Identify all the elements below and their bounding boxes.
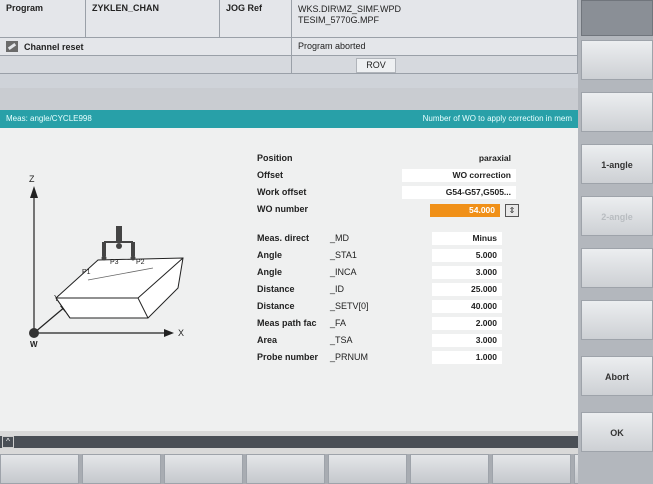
meas-direct-label: Meas. direct xyxy=(257,233,310,243)
vsoftkey-header xyxy=(581,0,653,36)
status-bar: ^ xyxy=(0,436,578,448)
two-angle-button[interactable]: 2-angle xyxy=(581,196,653,236)
p3-label: P3 xyxy=(110,259,119,266)
distance-label: Distance xyxy=(257,284,295,294)
dialog-title: Meas: angle/CYCLE998 xyxy=(6,114,92,123)
sta1-param: _STA1 xyxy=(330,250,357,260)
axis-z-label: Z xyxy=(29,174,35,184)
channel-status-text: Channel reset xyxy=(24,41,84,52)
setv-param: _SETV[0] xyxy=(330,301,369,311)
p2-label: P2 xyxy=(136,259,145,266)
program-status: Program aborted xyxy=(292,38,578,56)
vsoftkey-6[interactable] xyxy=(581,300,653,340)
path-line-2: TESIM_5770G.MPF xyxy=(298,15,380,25)
abort-button[interactable]: Abort xyxy=(581,356,653,396)
wo-number-label: WO number xyxy=(257,204,308,214)
tsa-param: _TSA xyxy=(330,335,353,345)
sta1-input[interactable]: 5.000 xyxy=(432,249,502,262)
hsoftkey-4[interactable] xyxy=(246,454,325,484)
position-label: Position xyxy=(257,153,293,163)
area-label: Area xyxy=(257,335,278,345)
prnum-input[interactable]: 1.000 xyxy=(432,351,502,364)
override-area: ROV xyxy=(292,56,578,74)
fa-input[interactable]: 2.000 xyxy=(432,317,502,330)
hsoftkey-2[interactable] xyxy=(82,454,161,484)
vsoftkey-1[interactable] xyxy=(581,40,653,80)
one-angle-button[interactable]: 1-angle xyxy=(581,144,653,184)
vsoftkey-5[interactable] xyxy=(581,248,653,288)
axis-x-label: X xyxy=(178,328,184,338)
setv-input[interactable]: 40.000 xyxy=(432,300,502,313)
work-offset-label: Work offset xyxy=(257,187,307,197)
channel-name: ZYKLEN_CHAN xyxy=(86,0,220,38)
mode-indicator: JOG Ref xyxy=(220,0,292,38)
id-param: _ID xyxy=(330,284,345,294)
offset-label: Offset xyxy=(257,170,284,180)
workpiece-diagram: Z X Y W P1 P3 P2 xyxy=(29,174,184,348)
tsa-input[interactable]: 3.000 xyxy=(432,334,502,347)
program-label: Program xyxy=(0,0,86,38)
probe-number-label: Probe number xyxy=(257,352,319,362)
prnum-param: _PRNUM xyxy=(330,352,369,362)
position-select[interactable]: paraxial xyxy=(402,152,516,165)
channel-status: Channel reset xyxy=(0,38,292,56)
angle-label: Angle xyxy=(257,250,283,260)
hsoftkey-6[interactable] xyxy=(410,454,489,484)
dialog-hint: Number of WO to apply correction in mem xyxy=(422,114,572,123)
message-line xyxy=(0,56,292,74)
hsoftkey-3[interactable] xyxy=(164,454,243,484)
toggle-icon[interactable]: ⇕ xyxy=(505,204,519,217)
path-line-1: WKS.DIR\MZ_SIMF.WPD xyxy=(298,4,401,14)
distance-setv-label: Distance xyxy=(257,301,295,311)
wo-number-input[interactable]: 54.000 xyxy=(430,204,500,217)
meas-direct-param: _MD xyxy=(330,233,350,243)
fa-param: _FA xyxy=(330,318,347,328)
inca-input[interactable]: 3.000 xyxy=(432,266,502,279)
angle-inca-label: Angle xyxy=(257,267,283,277)
rov-indicator: ROV xyxy=(356,58,396,73)
hsoftkey-5[interactable] xyxy=(328,454,407,484)
vertical-softkeys: 1-angle 2-angle Abort OK xyxy=(578,0,653,484)
hsoftkey-7[interactable] xyxy=(492,454,571,484)
program-path: WKS.DIR\MZ_SIMF.WPD TESIM_5770G.MPF xyxy=(292,0,578,38)
id-input[interactable]: 25.000 xyxy=(432,283,502,296)
dialog-title-bar: Meas: angle/CYCLE998 Number of WO to app… xyxy=(0,110,578,128)
hsoftkey-1[interactable] xyxy=(0,454,79,484)
dialog-top-strip xyxy=(0,88,578,110)
reset-icon xyxy=(6,41,18,52)
ok-button[interactable]: OK xyxy=(581,412,653,452)
probe-icon xyxy=(101,226,136,261)
measure-angle-dialog: Meas: angle/CYCLE998 Number of WO to app… xyxy=(0,88,578,431)
work-offset-select[interactable]: G54-G57,G505... xyxy=(402,186,516,199)
inca-param: _INCA xyxy=(330,267,357,277)
offset-select[interactable]: WO correction xyxy=(402,169,516,182)
meas-direct-input[interactable]: Minus xyxy=(432,232,502,245)
meas-path-fac-label: Meas path fac xyxy=(257,318,317,328)
recall-icon[interactable]: ^ xyxy=(2,436,14,448)
origin-label: W xyxy=(30,340,38,348)
vsoftkey-2[interactable] xyxy=(581,92,653,132)
header-bar: Program ZYKLEN_CHAN JOG Ref WKS.DIR\MZ_S… xyxy=(0,0,578,88)
p1-label: P1 xyxy=(82,269,91,276)
horizontal-softkeys xyxy=(0,454,653,484)
